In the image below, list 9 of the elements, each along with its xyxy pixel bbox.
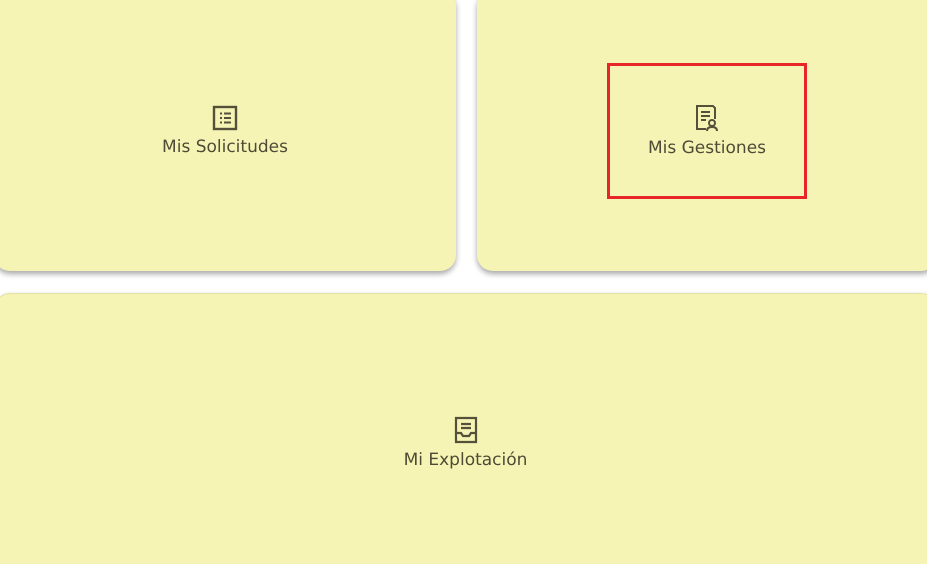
document-user-icon (694, 104, 720, 132)
menu-card[interactable]: Mi Explotación (0, 293, 927, 564)
menu-card[interactable]: Mis Gestiones (477, 0, 927, 271)
card-label: Mi Explotación (404, 450, 528, 470)
list-icon (212, 104, 238, 130)
card-label: Mis Solicitudes (162, 136, 288, 156)
menu-card[interactable]: Mis Solicitudes (0, 0, 456, 271)
inbox-document-icon (454, 416, 478, 444)
card-label: Mis Gestiones (648, 138, 766, 158)
